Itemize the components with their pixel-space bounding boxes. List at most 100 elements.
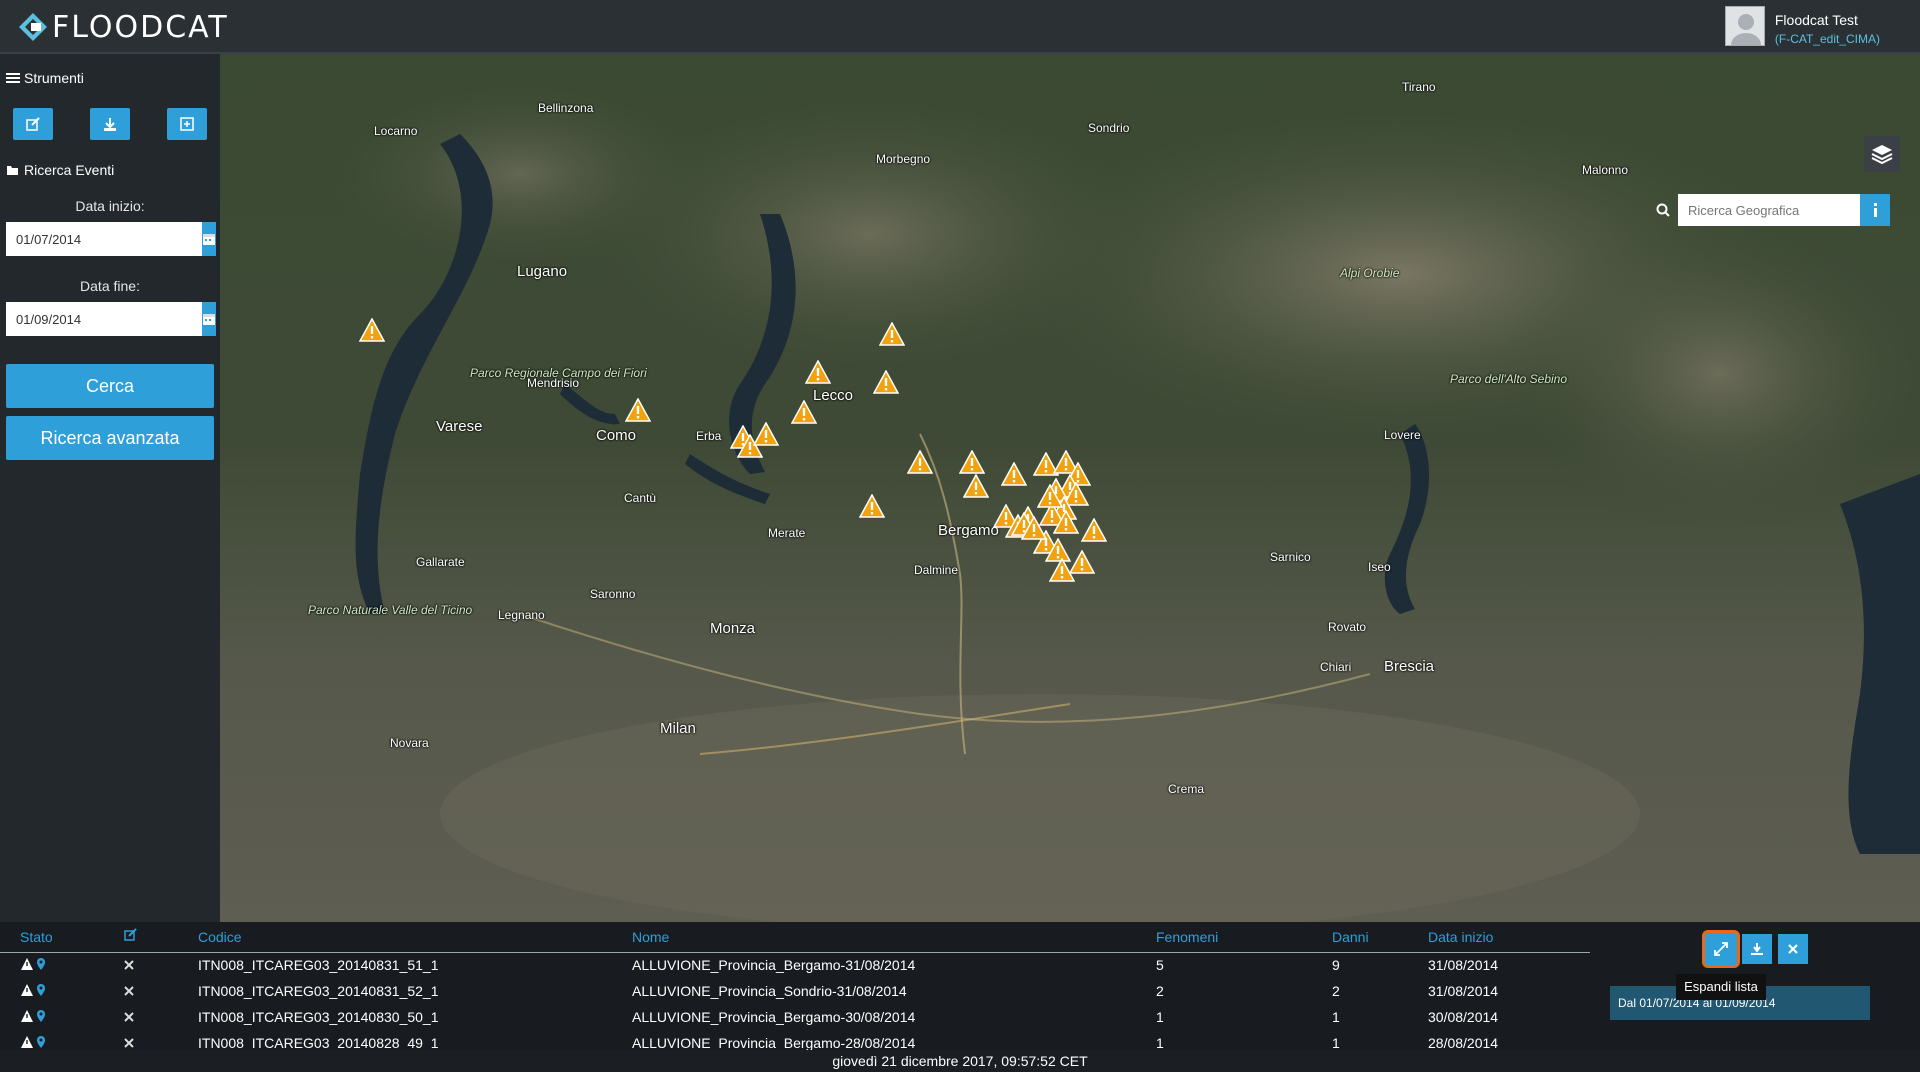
close-icon[interactable] xyxy=(124,1012,134,1022)
expand-list-button[interactable] xyxy=(1702,930,1740,968)
delete-cell[interactable] xyxy=(124,978,198,1004)
status-bar: giovedì 21 dicembre 2017, 09:57:52 CET xyxy=(0,1050,1920,1072)
user-silhouette-icon xyxy=(1730,14,1761,45)
logo-text: FLOODCAT xyxy=(52,9,229,45)
warning-location-icon[interactable] xyxy=(20,957,50,971)
map-place-label: Varese xyxy=(436,418,483,435)
delete-cell[interactable] xyxy=(124,1004,198,1030)
data-inizio-cell: 30/08/2014 xyxy=(1428,1009,1499,1025)
warning-location-icon[interactable] xyxy=(20,1035,50,1049)
warning-marker-icon[interactable] xyxy=(906,449,934,479)
search-button[interactable]: Cerca xyxy=(6,364,214,408)
geo-search xyxy=(1656,194,1890,226)
map-place-label: Lecco xyxy=(813,387,854,404)
warning-marker-icon[interactable] xyxy=(858,493,886,523)
warning-marker-icon[interactable] xyxy=(752,421,780,451)
close-results-button[interactable] xyxy=(1778,934,1808,964)
warning-marker-icon[interactable] xyxy=(624,397,652,427)
plus-square-icon xyxy=(180,117,194,131)
download-button[interactable] xyxy=(90,108,130,140)
warning-marker-icon[interactable] xyxy=(358,317,386,347)
table-row[interactable]: ITN008_ITCAREG03_20140831_51_1 ALLUVIONE_… xyxy=(0,952,1590,978)
column-codice[interactable]: Codice xyxy=(198,922,632,953)
menu-icon xyxy=(6,73,20,83)
tools-title: Strumenti xyxy=(24,70,84,86)
warning-marker-icon[interactable] xyxy=(962,473,990,503)
satellite-map[interactable]: Milan Bergamo Brescia Lecco Como Varese … xyxy=(220,54,1920,922)
warning-marker-icon[interactable] xyxy=(790,399,818,429)
end-date-calendar-button[interactable] xyxy=(202,302,216,336)
info-button[interactable] xyxy=(1860,194,1890,226)
warning-marker-icon[interactable] xyxy=(872,369,900,399)
column-edit xyxy=(124,922,198,953)
user-menu[interactable]: Floodcat Test (F-CAT_edit_CIMA) xyxy=(1724,6,1880,46)
close-icon[interactable] xyxy=(124,986,134,996)
warning-marker-icon[interactable] xyxy=(1000,461,1028,491)
close-icon[interactable] xyxy=(124,1038,134,1048)
status-cell[interactable] xyxy=(0,1004,124,1030)
app-logo[interactable]: FLOODCAT xyxy=(18,9,229,45)
map-place-label: Bergamo xyxy=(938,522,999,539)
map-place-label: Rovato xyxy=(1328,620,1367,634)
column-stato[interactable]: Stato xyxy=(0,922,124,953)
danni-cell: 1 xyxy=(1332,1009,1340,1025)
add-button[interactable] xyxy=(167,108,207,140)
start-date-calendar-button[interactable] xyxy=(202,222,216,256)
start-date-group xyxy=(6,222,216,256)
map-place-label: Erba xyxy=(696,429,722,443)
user-role[interactable]: (F-CAT_edit_CIMA) xyxy=(1775,32,1880,46)
tools-header: Strumenti xyxy=(0,64,220,92)
warning-marker-icon[interactable] xyxy=(1036,483,1064,513)
warning-location-icon[interactable] xyxy=(20,983,50,997)
layers-button[interactable] xyxy=(1864,136,1900,172)
search-events-title: Ricerca Eventi xyxy=(24,162,115,178)
data-inizio-cell: 31/08/2014 xyxy=(1428,957,1499,974)
advanced-search-button[interactable]: Ricerca avanzata xyxy=(6,416,214,460)
user-name: Floodcat Test xyxy=(1774,12,1858,28)
warning-location-icon[interactable] xyxy=(20,1009,50,1023)
delete-cell[interactable] xyxy=(124,952,198,978)
edit-icon xyxy=(124,928,137,941)
download-results-button[interactable] xyxy=(1742,934,1772,964)
edit-button[interactable] xyxy=(13,108,53,140)
floodcat-logo-icon xyxy=(19,13,47,41)
geo-search-input[interactable] xyxy=(1678,194,1860,226)
column-nome[interactable]: Nome xyxy=(632,922,1156,953)
column-data-inizio[interactable]: Data inizio xyxy=(1428,922,1590,953)
status-cell[interactable] xyxy=(0,952,124,978)
download-icon xyxy=(104,118,116,131)
download-icon xyxy=(1751,943,1763,955)
data-inizio-cell: 31/08/2014 xyxy=(1428,983,1499,999)
map-place-label: Locarno xyxy=(374,124,418,138)
start-date-input[interactable] xyxy=(6,222,202,256)
warning-marker-icon[interactable] xyxy=(1048,557,1076,587)
fenomeni-cell: 2 xyxy=(1156,983,1164,999)
map-place-label: Parco Regionale Campo dei Fiori xyxy=(470,366,647,380)
status-cell[interactable] xyxy=(0,978,124,1004)
table-header-row: Stato Codice Nome Fenomeni Danni Data in… xyxy=(0,922,1590,953)
end-date-group xyxy=(6,302,216,336)
warning-marker-icon[interactable] xyxy=(804,359,832,389)
map-place-label: Iseo xyxy=(1368,560,1391,574)
warning-marker-icon[interactable] xyxy=(1020,515,1048,545)
start-date-label: Data inizio: xyxy=(75,198,145,214)
map-place-label: Crema xyxy=(1168,782,1205,796)
map-place-label: Merate xyxy=(768,526,806,540)
results-panel: Stato Codice Nome Fenomeni Danni Data in… xyxy=(0,922,1920,1051)
nome-cell: ALLUVIONE_Provincia_Sondrio-31/08/2014 xyxy=(632,983,907,999)
calendar-icon xyxy=(203,234,215,245)
map-place-label: Sarnico xyxy=(1270,550,1311,564)
end-date-input[interactable] xyxy=(6,302,202,336)
codice-cell: ITN008_ITCAREG03_20140831_51_1 xyxy=(198,957,439,974)
column-danni[interactable]: Danni xyxy=(1332,922,1428,953)
sidebar: Strumenti Ricerca Eventi Data inizio: Da… xyxy=(0,54,220,922)
warning-marker-icon[interactable] xyxy=(1080,517,1108,547)
map-place-label: Lovere xyxy=(1384,428,1421,442)
avatar[interactable] xyxy=(1724,6,1765,46)
warning-marker-icon[interactable] xyxy=(878,321,906,351)
table-row[interactable]: ITN008_ITCAREG03_20140830_50_1 ALLUVIONE_… xyxy=(0,1004,1590,1030)
column-fenomeni[interactable]: Fenomeni xyxy=(1156,922,1332,953)
close-icon xyxy=(1788,944,1798,954)
close-icon[interactable] xyxy=(124,960,134,970)
table-row[interactable]: ITN008_ITCAREG03_20140831_52_1 ALLUVIONE_… xyxy=(0,978,1590,1004)
